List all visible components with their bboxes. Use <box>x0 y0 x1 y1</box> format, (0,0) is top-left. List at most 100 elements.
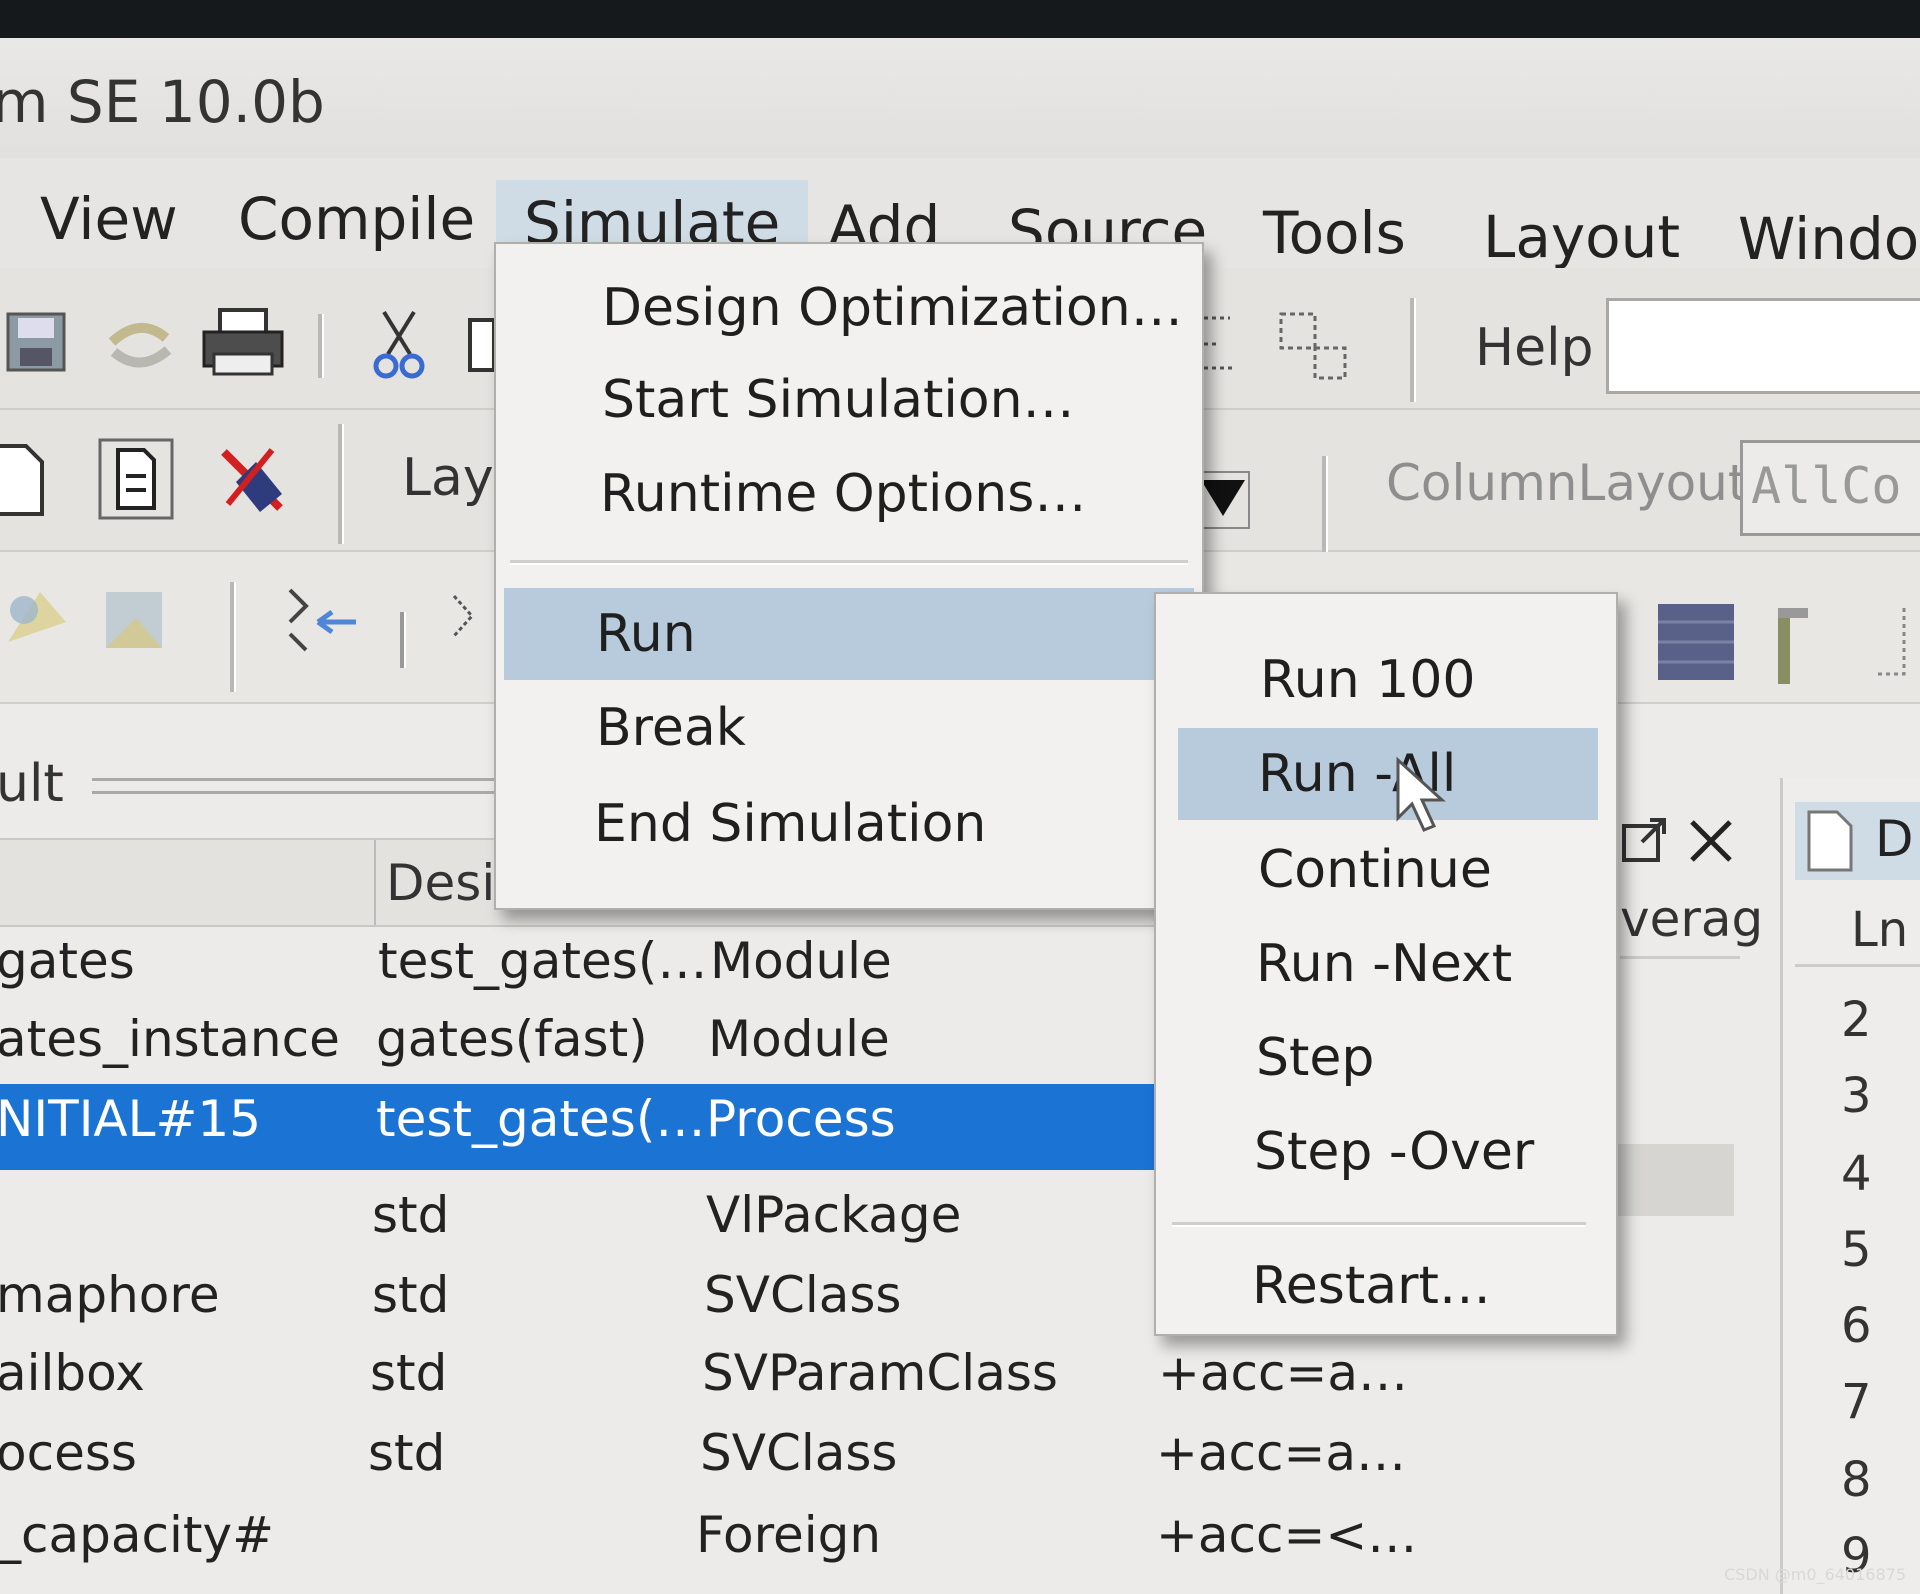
menu-item-step[interactable]: Step <box>1156 1014 1616 1102</box>
coverage-highlight <box>1610 1144 1734 1216</box>
menu-item-label: Runtime Options… <box>600 464 1087 524</box>
menu-item-label: Break <box>596 698 746 758</box>
row-options: +acc=<… <box>1156 1506 1418 1564</box>
table-row[interactable]: _capacity# Foreign +acc=<… <box>0 1500 1417 1578</box>
line-number: 5 <box>1841 1222 1872 1278</box>
row-type: SVParamClass <box>702 1344 1058 1402</box>
row-type: SVClass <box>704 1266 902 1324</box>
row-type: Process <box>706 1090 896 1148</box>
source-tab[interactable]: D <box>1795 802 1920 880</box>
mouse-pointer-icon <box>1396 756 1446 832</box>
menu-item-runtime-options[interactable]: Runtime Options… <box>496 450 1202 538</box>
menu-item-run-next[interactable]: Run -Next <box>1156 920 1616 1008</box>
menu-separator <box>1172 1222 1586 1227</box>
menu-item-run[interactable]: Run <box>504 588 1194 680</box>
line-number: 3 <box>1841 1068 1872 1124</box>
row-name: ailbox <box>0 1344 145 1402</box>
toolbar-separator <box>1322 456 1328 552</box>
coverage-column-header[interactable]: verag <box>1620 886 1763 959</box>
row-name: ates_instance <box>0 1010 340 1068</box>
menu-item-design-optimization[interactable]: Design Optimization… <box>496 264 1202 352</box>
column-divider <box>374 840 376 925</box>
line-number: 2 <box>1841 992 1872 1048</box>
row-type: Module <box>710 932 892 990</box>
table-row-selected[interactable]: NITIAL#15 test_gates(… Process <box>0 1084 1160 1170</box>
menu-item-continue[interactable]: Continue <box>1156 826 1616 914</box>
menu-item-start-simulation[interactable]: Start Simulation… <box>496 356 1202 444</box>
row-options: +acc=a… <box>1158 1344 1409 1402</box>
table-row[interactable]: ailbox std SVParamClass +acc=a… <box>0 1338 1408 1416</box>
menu-item-break[interactable]: Break <box>496 684 1202 772</box>
run-submenu: Run 100 Run -All Continue Run -Next Step… <box>1154 592 1618 1336</box>
row-design-unit: std <box>372 1186 450 1244</box>
default-label: ult <box>0 754 64 814</box>
row-type: Module <box>708 1010 890 1068</box>
menu-item-label: Continue <box>1258 840 1492 900</box>
line-number: 8 <box>1841 1452 1872 1508</box>
menu-item-label: Run -Next <box>1256 934 1513 994</box>
undock-icon[interactable] <box>1620 816 1670 866</box>
help-label: Help <box>1475 318 1594 378</box>
menu-item-end-simulation[interactable]: End Simulation <box>496 780 1202 868</box>
table-row[interactable]: ocess std SVClass +acc=a… <box>0 1418 1406 1496</box>
title-bar: m SE 10.0b <box>0 38 1920 158</box>
cursor-tool-icon[interactable] <box>1764 602 1814 688</box>
modelsim-window: m SE 10.0b View Compile Simulate Add Sou… <box>0 38 1920 1594</box>
row-name: NITIAL#15 <box>0 1090 262 1148</box>
row-design-unit: std <box>372 1266 450 1324</box>
menu-item-step-over[interactable]: Step -Over <box>1156 1108 1616 1196</box>
line-number: 6 <box>1841 1298 1872 1354</box>
row-design-unit: test_gates(… <box>376 1090 706 1148</box>
table-row[interactable]: maphore std SVClass <box>0 1260 1160 1338</box>
close-icon[interactable] <box>1686 816 1736 866</box>
row-design-unit: std <box>368 1424 446 1482</box>
menu-item-restart[interactable]: Restart… <box>1156 1242 1616 1330</box>
grip-handle[interactable] <box>92 778 512 794</box>
step-icon[interactable] <box>282 582 362 658</box>
row-type: SVClass <box>700 1424 898 1482</box>
row-options: +acc=a… <box>1156 1424 1407 1482</box>
print-icon[interactable] <box>200 306 286 380</box>
row-type: Foreign <box>696 1506 882 1564</box>
design-unit-column-header[interactable]: Desi <box>386 854 495 912</box>
menu-view[interactable]: View <box>12 176 206 262</box>
layout-label: Lay <box>402 448 494 508</box>
toolbar-separator <box>230 582 236 692</box>
menu-item-label: Start Simulation… <box>602 370 1075 430</box>
help-search-input[interactable] <box>1606 298 1920 394</box>
menu-item-run-all[interactable]: Run -All <box>1178 728 1598 820</box>
column-layout-select[interactable]: AllCo <box>1740 440 1920 536</box>
menu-item-label: Run 100 <box>1260 650 1476 710</box>
row-design-unit: test_gates(… <box>378 932 708 990</box>
line-number: 7 <box>1841 1374 1872 1430</box>
compile-all-icon <box>106 592 162 648</box>
menu-item-run-100[interactable]: Run 100 <box>1156 636 1616 724</box>
source-tab-label: D <box>1875 810 1914 868</box>
break-icon[interactable] <box>216 442 292 518</box>
menu-item-label: Restart… <box>1252 1256 1491 1316</box>
toolbar-separator <box>1410 298 1416 402</box>
save-icon[interactable] <box>4 310 68 374</box>
simulate-menu: Design Optimization… Start Simulation… R… <box>494 242 1204 910</box>
step-over-icon <box>452 594 475 638</box>
marker-icon <box>1878 608 1906 676</box>
row-type: VlPackage <box>706 1186 962 1244</box>
row-name: ocess <box>0 1424 137 1482</box>
new-file-icon[interactable] <box>0 442 46 518</box>
column-layout-label: ColumnLayout <box>1386 454 1748 512</box>
column-layout-value: AllCo <box>1751 457 1902 515</box>
menu-item-label: Step -Over <box>1254 1122 1535 1182</box>
row-name: maphore <box>0 1266 220 1324</box>
table-row[interactable]: gates test_gates(… Module <box>0 926 1160 1004</box>
open-file-icon[interactable] <box>96 436 176 522</box>
source-pane: D Ln 2 3 4 5 6 7 8 9 <box>1780 778 1920 1594</box>
cut-icon[interactable] <box>372 308 428 382</box>
toolbar-separator <box>400 612 406 668</box>
table-row[interactable]: std VlPackage <box>0 1180 1160 1258</box>
menu-tools[interactable]: Tools <box>1235 190 1434 276</box>
compile-icon <box>8 592 66 642</box>
reload-icon <box>108 322 172 368</box>
menu-compile[interactable]: Compile <box>210 176 503 262</box>
wave-icon[interactable] <box>1656 602 1736 682</box>
table-row[interactable]: ates_instance gates(fast) Module <box>0 1004 1160 1082</box>
